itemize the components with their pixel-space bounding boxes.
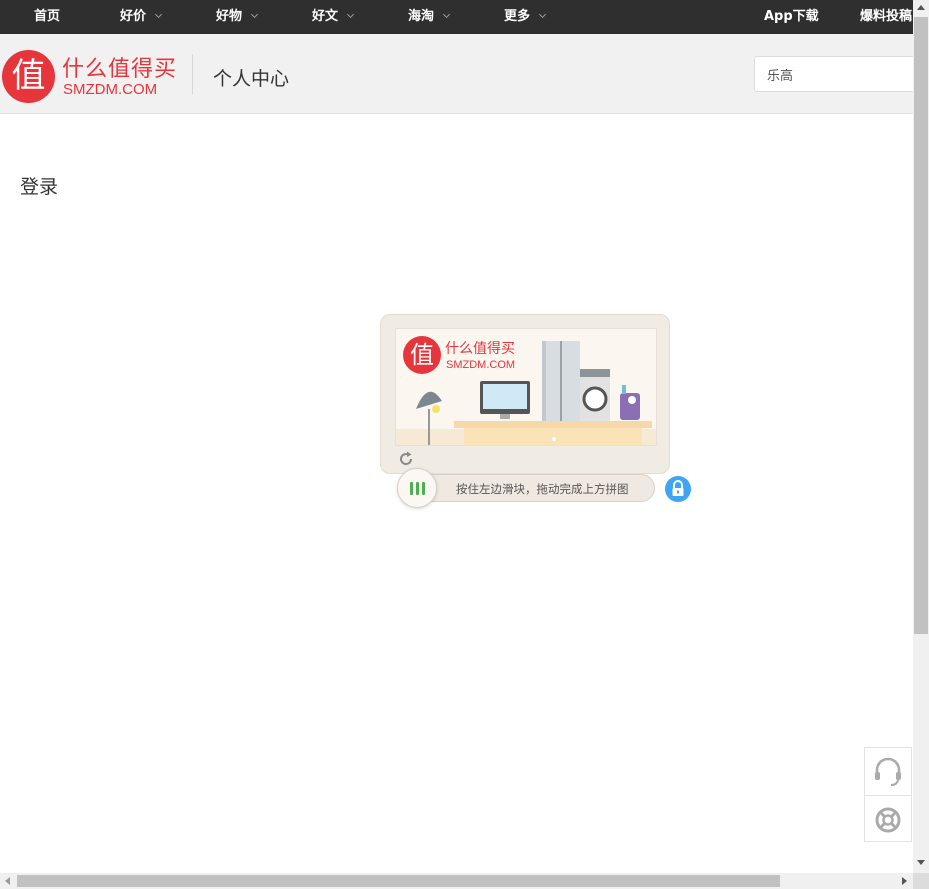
- lock-icon: [665, 476, 691, 502]
- slider-hint-text: 按住左边滑块，拖动完成上方拼图: [456, 482, 629, 496]
- headset-icon: [875, 757, 901, 786]
- captcha-panel: 值 什么值得买 SMZDM.COM: [380, 314, 670, 474]
- grip-bar: [422, 482, 425, 495]
- page-title: 个人中心: [213, 68, 290, 90]
- captcha-logo-en: SMZDM.COM: [446, 359, 516, 371]
- scroll-right-icon[interactable]: [902, 877, 907, 885]
- help-button[interactable]: [865, 795, 911, 842]
- grip-bar: [410, 482, 413, 495]
- nav-item-label: 好文: [312, 9, 339, 24]
- floating-toolbar: [864, 747, 912, 842]
- app-download-link[interactable]: App下载: [764, 0, 819, 34]
- grip-bar: [416, 482, 419, 495]
- site-header: 值 什么值得买 SMZDM.COM 个人中心: [0, 34, 916, 114]
- captcha-logo-cn: 什么值得买: [445, 341, 515, 357]
- nav-item-home[interactable]: 首页: [34, 0, 60, 34]
- scroll-up-icon[interactable]: [917, 5, 925, 10]
- chevron-down-icon: [538, 10, 547, 19]
- captcha-logo-badge: 值: [403, 336, 441, 374]
- nav-item-label: 好价: [120, 9, 147, 24]
- nav-item-more[interactable]: 更多: [504, 0, 547, 34]
- refresh-icon[interactable]: [397, 450, 415, 468]
- scroll-down-icon[interactable]: [917, 860, 925, 865]
- nav-item-label: 海淘: [408, 9, 435, 24]
- horizontal-scrollbar[interactable]: [0, 873, 913, 889]
- chevron-down-icon: [442, 10, 451, 19]
- nav-item-haitao[interactable]: 海淘: [408, 0, 451, 34]
- nav-item-label: 好物: [216, 9, 243, 24]
- logo-text-cn[interactable]: 什么值得买: [62, 51, 177, 83]
- scrollbar-corner: [913, 873, 929, 889]
- logo-badge-icon[interactable]: 值: [2, 50, 55, 103]
- top-nav-bar: 首页 好价 好物 好文 海淘 更多 App下载 爆料投稿: [0, 0, 913, 34]
- vertical-scroll-thumb[interactable]: [914, 17, 928, 634]
- logo-text-en[interactable]: SMZDM.COM: [63, 81, 157, 98]
- nav-item-deals[interactable]: 好价: [120, 0, 163, 34]
- chevron-down-icon: [250, 10, 259, 19]
- chevron-down-icon: [346, 10, 355, 19]
- horizontal-scroll-thumb[interactable]: [17, 875, 780, 887]
- nav-item-label: 更多: [504, 9, 531, 24]
- scroll-left-icon[interactable]: [5, 877, 10, 885]
- slider-handle[interactable]: [397, 468, 437, 508]
- vertical-scrollbar[interactable]: [913, 0, 929, 873]
- login-heading: 登录: [20, 176, 59, 198]
- chevron-down-icon: [154, 10, 163, 19]
- search-input[interactable]: [754, 56, 916, 92]
- captcha-puzzle-image: 值 什么值得买 SMZDM.COM: [395, 328, 657, 446]
- nav-item-goods[interactable]: 好物: [216, 0, 259, 34]
- submit-deal-link[interactable]: 爆料投稿: [860, 0, 913, 34]
- header-divider: [192, 54, 193, 94]
- nav-item-articles[interactable]: 好文: [312, 0, 355, 34]
- nav-item-label: 首页: [34, 9, 61, 24]
- lifebuoy-icon: [875, 807, 901, 833]
- customer-service-button[interactable]: [865, 748, 911, 795]
